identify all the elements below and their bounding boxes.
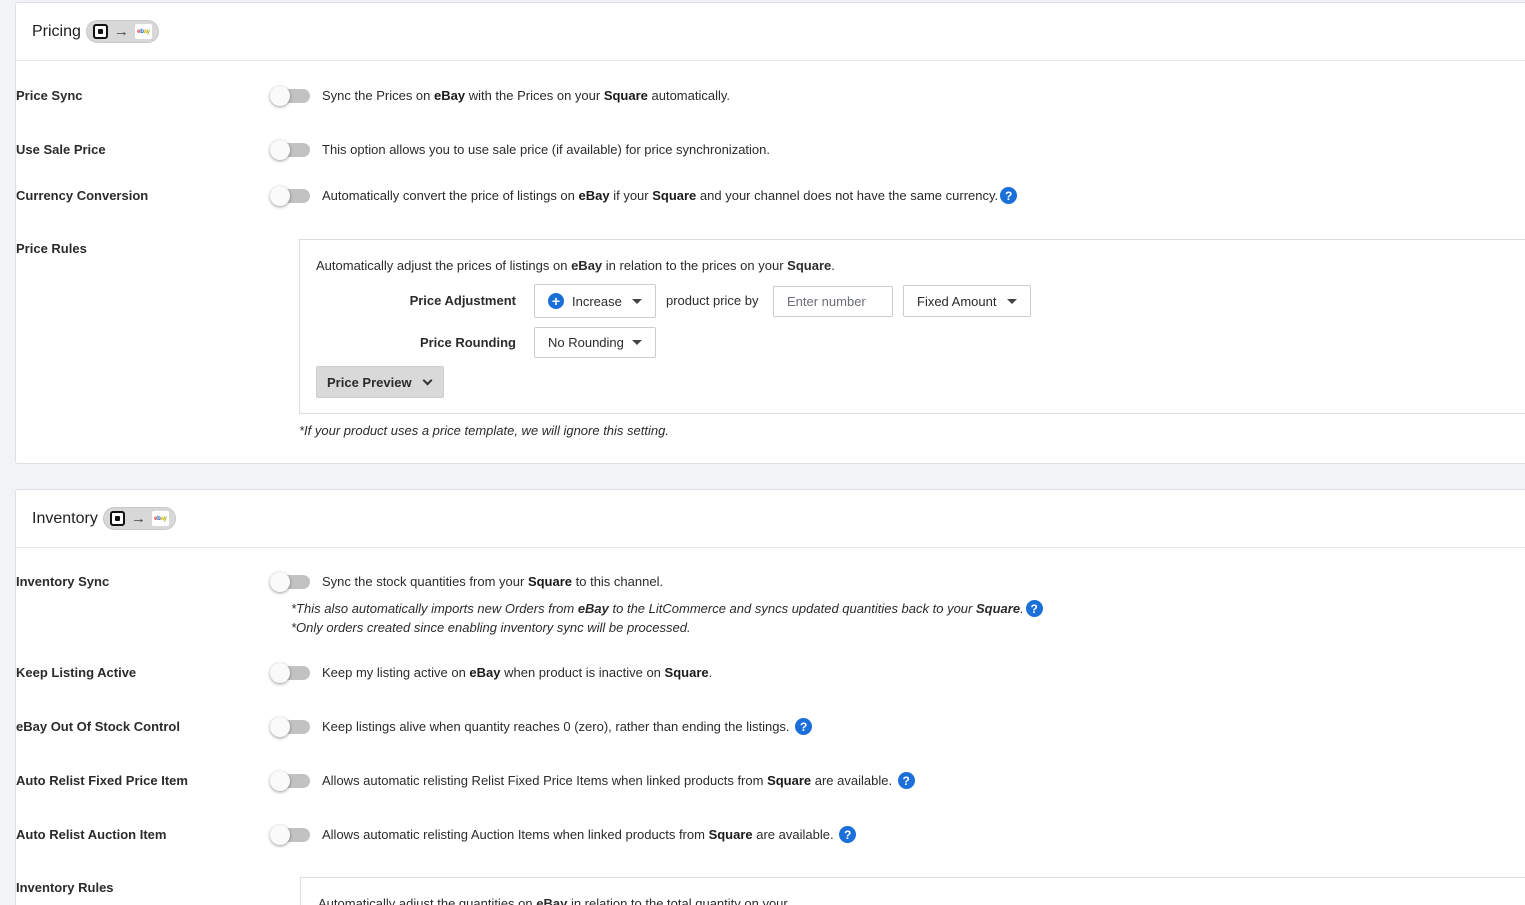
price-rules-intro: Automatically adjust the prices of listi… bbox=[316, 258, 835, 273]
inventory-sync-description: Sync the stock quantities from your Squa… bbox=[322, 574, 664, 589]
chevron-down-icon bbox=[1007, 299, 1017, 304]
price-adjustment-select[interactable]: + Increase bbox=[534, 284, 656, 318]
currency-conversion-description: Automatically convert the price of listi… bbox=[322, 187, 1018, 205]
price-sync-row: Price Sync Sync the Prices on eBay with … bbox=[16, 86, 731, 106]
pricing-header: Pricing → ebay bbox=[16, 3, 1525, 61]
price-preview-button[interactable]: Price Preview bbox=[316, 366, 444, 398]
out-of-stock-control-description: Keep listings alive when quantity reache… bbox=[322, 718, 813, 736]
relist-auction-label: Auto Relist Auction Item bbox=[16, 827, 167, 842]
price-rules-label: Price Rules bbox=[16, 241, 87, 256]
out-of-stock-control-row: eBay Out Of Stock Control Keep listings … bbox=[16, 717, 813, 737]
inventory-sync-note-orders: *This also automatically imports new Ord… bbox=[291, 600, 1043, 618]
relist-fixed-price-row: Auto Relist Fixed Price Item Allows auto… bbox=[16, 771, 915, 791]
relist-fixed-price-description: Allows automatic relisting Relist Fixed … bbox=[322, 772, 915, 790]
amount-type-value: Fixed Amount bbox=[917, 293, 997, 309]
help-icon[interactable]: ? bbox=[1025, 600, 1043, 618]
price-rules-row: Price Rules bbox=[16, 241, 272, 256]
ebay-logo-icon: ebay bbox=[134, 24, 152, 39]
keep-listing-active-description: Keep my listing active on eBay when prod… bbox=[322, 665, 713, 680]
use-sale-price-description: This option allows you to use sale price… bbox=[322, 142, 770, 157]
out-of-stock-control-label: eBay Out Of Stock Control bbox=[16, 719, 180, 734]
price-rounding-value: No Rounding bbox=[548, 335, 624, 350]
price-amount-input[interactable] bbox=[773, 286, 893, 317]
keep-listing-active-label: Keep Listing Active bbox=[16, 665, 137, 680]
chevron-down-icon bbox=[422, 375, 433, 385]
inventory-sync-toggle[interactable] bbox=[270, 572, 310, 592]
keep-listing-active-row: Keep Listing Active Keep my listing acti… bbox=[16, 663, 713, 683]
help-icon[interactable]: ? bbox=[795, 718, 813, 736]
inventory-title: Inventory bbox=[32, 509, 98, 527]
inventory-sync-note-processed: *Only orders created since enabling inve… bbox=[291, 620, 691, 635]
pricing-title: Pricing bbox=[32, 22, 81, 40]
square-logo-icon bbox=[109, 511, 125, 526]
price-sync-label: Price Sync bbox=[16, 88, 83, 103]
use-sale-price-row: Use Sale Price This option allows you to… bbox=[16, 140, 770, 160]
inventory-rules-intro: Automatically adjust the quantities on e… bbox=[318, 896, 788, 905]
product-price-by-label: product price by bbox=[666, 293, 759, 308]
arrow-right-icon: → bbox=[130, 510, 146, 527]
arrow-right-icon: → bbox=[113, 23, 129, 40]
sync-direction-badge: → ebay bbox=[85, 20, 159, 43]
chevron-down-icon bbox=[632, 340, 642, 345]
help-icon[interactable]: ? bbox=[1000, 187, 1018, 205]
price-rounding-select[interactable]: No Rounding bbox=[534, 327, 656, 358]
use-sale-price-label: Use Sale Price bbox=[16, 142, 106, 157]
relist-fixed-price-toggle[interactable] bbox=[270, 771, 310, 791]
inventory-rules-label: Inventory Rules bbox=[16, 880, 114, 895]
currency-conversion-label: Currency Conversion bbox=[16, 188, 149, 203]
inventory-sync-label: Inventory Sync bbox=[16, 574, 110, 589]
use-sale-price-toggle[interactable] bbox=[270, 140, 310, 160]
price-sync-toggle[interactable] bbox=[270, 86, 310, 106]
price-adjustment-value: Increase bbox=[572, 293, 622, 309]
plus-icon: + bbox=[548, 293, 564, 309]
inventory-rules-row: Inventory Rules bbox=[16, 880, 272, 895]
keep-listing-active-toggle[interactable] bbox=[270, 663, 310, 683]
sync-direction-badge: → ebay bbox=[102, 507, 176, 530]
price-template-note: *If your product uses a price template, … bbox=[299, 423, 669, 438]
relist-auction-description: Allows automatic relisting Auction Items… bbox=[322, 826, 857, 844]
inventory-rules-panel: Automatically adjust the quantities on e… bbox=[300, 877, 1525, 905]
relist-fixed-price-label: Auto Relist Fixed Price Item bbox=[16, 773, 188, 788]
price-preview-label: Price Preview bbox=[327, 374, 412, 390]
amount-type-select[interactable]: Fixed Amount bbox=[903, 285, 1031, 317]
help-icon[interactable]: ? bbox=[897, 772, 915, 790]
price-rounding-label: Price Rounding bbox=[419, 335, 516, 350]
ebay-logo-icon: ebay bbox=[151, 511, 169, 526]
chevron-down-icon bbox=[632, 299, 642, 304]
relist-auction-row: Auto Relist Auction Item Allows automati… bbox=[16, 825, 857, 845]
out-of-stock-control-toggle[interactable] bbox=[270, 717, 310, 737]
currency-conversion-row: Currency Conversion Automatically conver… bbox=[16, 186, 1018, 206]
price-sync-description: Sync the Prices on eBay with the Prices … bbox=[322, 88, 731, 103]
square-logo-icon bbox=[92, 24, 108, 39]
price-rules-panel: Automatically adjust the prices of listi… bbox=[299, 239, 1525, 414]
relist-auction-toggle[interactable] bbox=[270, 825, 310, 845]
price-adjustment-label: Price Adjustment bbox=[409, 293, 516, 308]
inventory-header: Inventory → ebay bbox=[16, 490, 1525, 548]
inventory-sync-row: Inventory Sync Sync the stock quantities… bbox=[16, 572, 664, 592]
help-icon[interactable]: ? bbox=[839, 826, 857, 844]
currency-conversion-toggle[interactable] bbox=[270, 186, 310, 206]
